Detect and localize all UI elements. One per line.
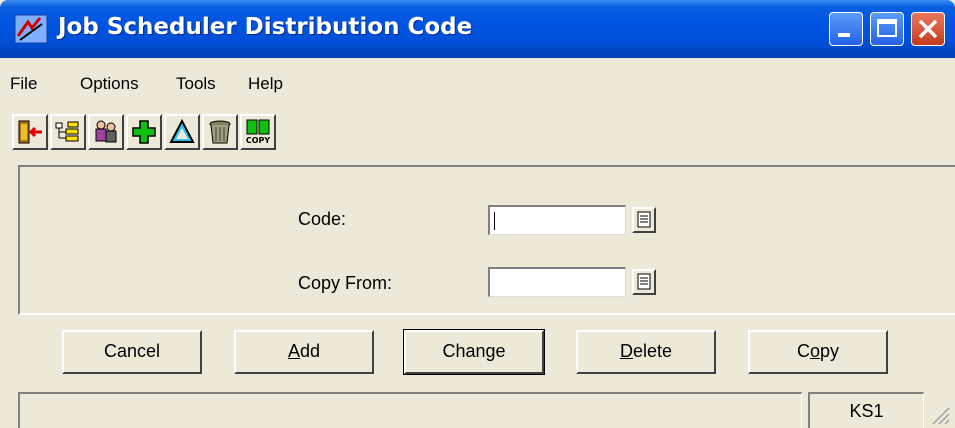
change-icon [169,118,195,143]
copy-from-lookup-button[interactable] [632,269,656,295]
add-toolbar-button[interactable] [126,114,162,150]
copy-icon-text: COPY [246,136,271,145]
copy-toolbar-button[interactable]: COPY [240,114,276,150]
delete-button[interactable]: Delete [576,330,716,374]
close-button[interactable] [911,12,945,46]
menu-tools[interactable]: Tools [176,74,216,94]
code-input[interactable] [488,205,626,235]
status-main [18,392,802,428]
change-button[interactable]: Change [403,329,545,375]
add-icon [132,120,156,144]
copy-from-input[interactable] [488,267,626,297]
copy-label-end: py [820,341,840,361]
tree-icon [55,121,79,142]
form-panel: Code: Copy From: [18,165,955,315]
status-system: KS1 [808,392,924,428]
resize-grip-icon[interactable] [927,402,951,426]
exit-icon [18,120,42,144]
trash-icon [209,120,231,144]
cancel-label: Cancel [103,341,161,361]
toolbar: COPY [0,108,955,158]
app-icon [14,14,48,44]
minimize-icon [838,33,850,37]
code-lookup-button[interactable] [632,207,656,233]
code-label: Code: [298,209,347,229]
delete-toolbar-button[interactable] [202,114,238,150]
menu-file[interactable]: File [10,74,37,94]
menu-help[interactable]: Help [248,74,283,94]
list-icon [637,211,651,228]
copy-icon: COPY [246,119,271,145]
add-label: dd [299,341,321,361]
change-label: Change [442,341,506,361]
delete-accel: D [619,341,633,361]
exit-button[interactable] [12,114,48,150]
list-icon [637,273,651,290]
app-window: Job Scheduler Distribution Code File Opt… [0,0,955,428]
maximize-icon [877,19,897,37]
copy-label-start: C [796,341,810,361]
minimize-button[interactable] [829,12,863,46]
maximize-button[interactable] [870,12,904,46]
copy-accel: o [809,341,820,361]
tree-button[interactable] [50,114,86,150]
copy-button[interactable]: Copy [748,330,888,374]
copy-from-label: Copy From: [298,273,393,293]
people-button[interactable] [88,114,124,150]
people-icon [95,120,117,143]
menu-options[interactable]: Options [80,74,139,94]
add-button[interactable]: Add [234,330,374,374]
delete-label: elete [632,341,673,361]
status-bar: KS1 [18,392,953,428]
cancel-button[interactable]: Cancel [62,330,202,374]
change-toolbar-button[interactable] [164,114,200,150]
menu-bar: File Options Tools Help [0,58,955,108]
close-icon [918,19,938,39]
text-caret [494,212,495,230]
title-bar[interactable]: Job Scheduler Distribution Code [0,0,955,58]
window-title: Job Scheduler Distribution Code [58,14,473,40]
add-accel: A [287,341,300,361]
